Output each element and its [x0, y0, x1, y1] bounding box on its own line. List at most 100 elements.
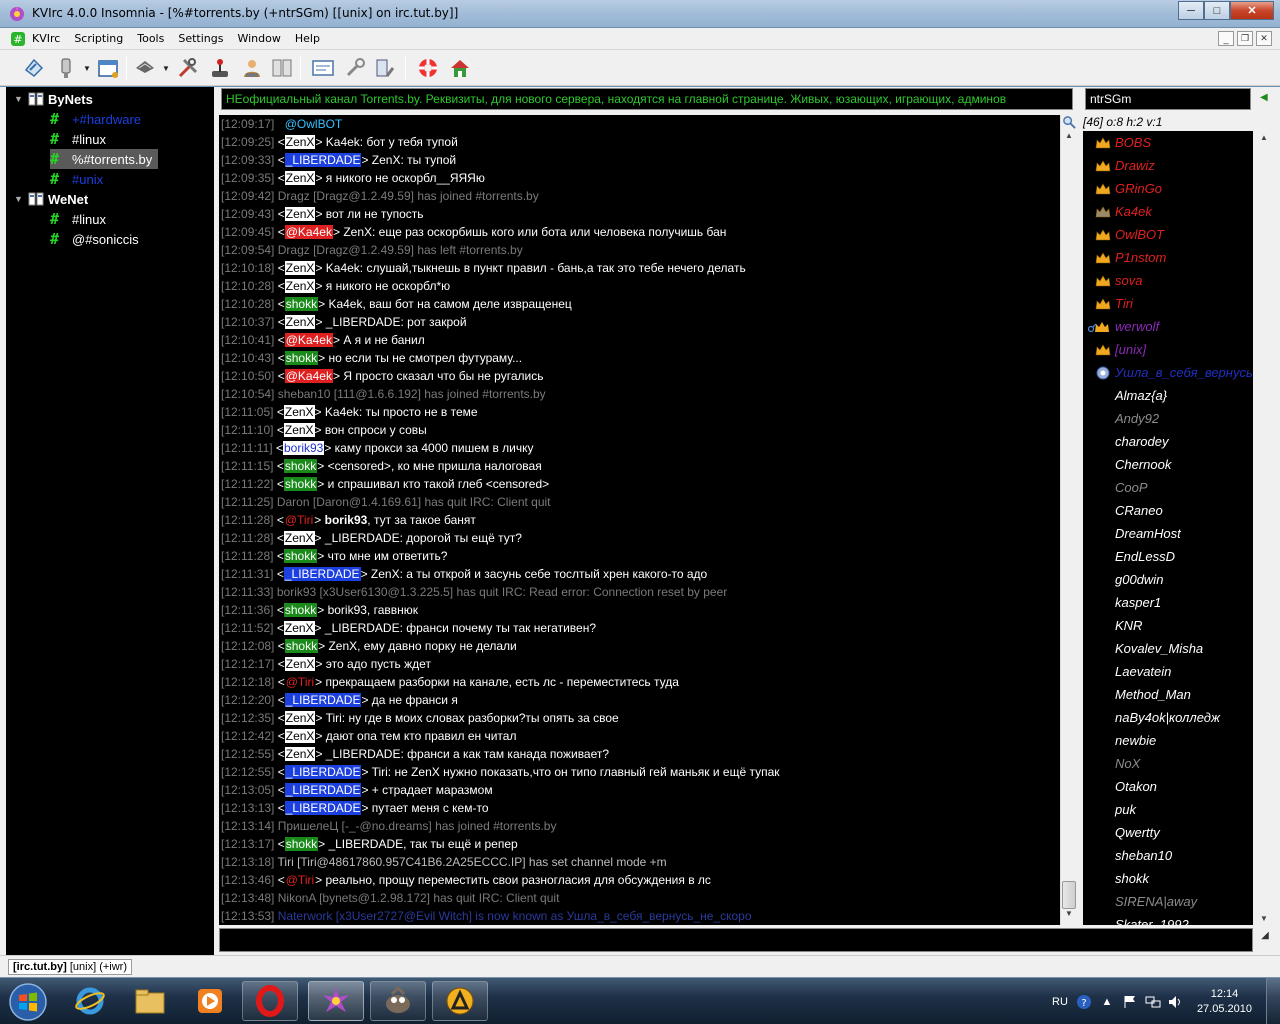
- nicklist-item[interactable]: g00dwin: [1083, 568, 1253, 591]
- message-input[interactable]: [219, 928, 1253, 952]
- message-nick[interactable]: _LIBERDADE: [284, 765, 362, 779]
- nicklist-item[interactable]: P1nstom: [1083, 246, 1253, 269]
- message-nick[interactable]: shokk: [284, 639, 319, 653]
- nicklist-item[interactable]: Qwertty: [1083, 821, 1253, 844]
- message-nick[interactable]: _LIBERDADE: [284, 783, 362, 797]
- collapse-icon[interactable]: ▼: [14, 194, 23, 204]
- network-icon[interactable]: [1145, 994, 1161, 1010]
- message-nick[interactable]: @Ka4ek: [284, 369, 333, 383]
- message-nick[interactable]: @Tiri: [284, 513, 314, 527]
- nick-list[interactable]: BOBS Drawiz GRinGo Ka4ek OwlBOT P1nstom sova Ti…: [1083, 131, 1253, 925]
- menu-help[interactable]: Help: [295, 32, 320, 45]
- connect-icon[interactable]: [20, 54, 48, 82]
- message-nick[interactable]: @Tiri: [285, 675, 315, 689]
- scroll-up-arrow[interactable]: ▲: [1061, 131, 1077, 145]
- message-nick[interactable]: shokk: [283, 603, 318, 617]
- tray-expand-icon[interactable]: ▲: [1099, 994, 1115, 1010]
- channel-mode-field[interactable]: ntrSGm: [1085, 88, 1251, 110]
- tree-channel-linux[interactable]: # #linux: [50, 129, 106, 149]
- message-nick[interactable]: @Tiri: [285, 873, 315, 887]
- gimp-icon[interactable]: [370, 981, 426, 1021]
- message-nick[interactable]: ZenX: [284, 315, 316, 329]
- message-nick[interactable]: shokk: [283, 477, 318, 491]
- chevron-left-icon[interactable]: ◀: [1260, 92, 1268, 103]
- menu-window[interactable]: Window: [237, 32, 280, 45]
- tree-channel-hardware[interactable]: # +#hardware: [50, 109, 141, 129]
- tree-channel-wenet-linux[interactable]: # #linux: [50, 209, 106, 229]
- nicklist-item[interactable]: newbie: [1083, 729, 1253, 752]
- scroll-thumb[interactable]: [1062, 881, 1076, 909]
- new-window-icon[interactable]: [94, 54, 122, 82]
- chevron-down-icon[interactable]: ▼: [83, 64, 91, 73]
- message-nick[interactable]: shokk: [284, 837, 319, 851]
- nicklist-item[interactable]: BOBS: [1083, 131, 1253, 154]
- network-config-icon[interactable]: [371, 54, 399, 82]
- menu-tools[interactable]: Tools: [137, 32, 164, 45]
- nicklist-scrollbar[interactable]: ▲ ▼: [1256, 131, 1273, 925]
- nicklist-item[interactable]: Laevatein: [1083, 660, 1253, 683]
- message-nick[interactable]: shokk: [283, 549, 318, 563]
- menu-kvirc[interactable]: KVIrc: [32, 32, 60, 45]
- nicklist-item[interactable]: sheban10: [1083, 844, 1253, 867]
- message-nick[interactable]: @Ka4ek: [284, 333, 333, 347]
- settings-wrench-icon[interactable]: [341, 54, 369, 82]
- channel-output[interactable]: [12:09:17] @OwlBOT [12:09:25] <ZenX> Ka4e…: [219, 115, 1077, 925]
- tree-channel-unix[interactable]: # #unix: [50, 169, 103, 189]
- nicklist-item[interactable]: CooP: [1083, 476, 1253, 499]
- message-nick[interactable]: @OwlBOT: [284, 117, 344, 131]
- tree-network-bynets[interactable]: ▼ ByNets: [14, 89, 93, 109]
- message-nick[interactable]: ZenX: [284, 711, 316, 725]
- mdi-restore-button[interactable]: ❐: [1237, 31, 1253, 46]
- kvirc-menu-icon[interactable]: #: [10, 31, 26, 47]
- minimize-button[interactable]: ─: [1178, 1, 1204, 20]
- message-nick[interactable]: ZenX: [284, 279, 316, 293]
- clock[interactable]: 12:14 27.05.2010: [1197, 987, 1252, 1017]
- input-resize-handle[interactable]: ◢: [1258, 930, 1272, 950]
- message-nick[interactable]: ZenX: [283, 621, 315, 635]
- close-button[interactable]: ✕: [1230, 1, 1274, 20]
- message-nick[interactable]: ZenX: [284, 261, 316, 275]
- start-button[interactable]: [2, 980, 54, 1024]
- scroll-down-arrow[interactable]: ▼: [1061, 909, 1077, 923]
- message-nick[interactable]: ZenX: [284, 747, 316, 761]
- nicklist-item[interactable]: charodey: [1083, 430, 1253, 453]
- nicklist-item[interactable]: Almaz{a}: [1083, 384, 1253, 407]
- flag-icon[interactable]: [1122, 994, 1138, 1010]
- output-scrollbar[interactable]: ▲ ▼: [1060, 115, 1077, 925]
- message-nick[interactable]: ZenX: [283, 423, 315, 437]
- scroll-down-arrow[interactable]: ▼: [1256, 914, 1272, 923]
- message-nick[interactable]: shokk: [284, 351, 319, 365]
- connection-status[interactable]: [irc.tut.by] [unix] (+iwr): [8, 959, 133, 975]
- message-nick[interactable]: borik93: [282, 441, 325, 455]
- nicklist-item[interactable]: Chernook: [1083, 453, 1253, 476]
- nicklist-item[interactable]: NoX: [1083, 752, 1253, 775]
- message-nick[interactable]: ZenX: [283, 405, 315, 419]
- nicklist-item[interactable]: naBy4ok|колледж: [1083, 706, 1253, 729]
- disconnect-icon[interactable]: [52, 54, 80, 82]
- nicklist-item[interactable]: kasper1: [1083, 591, 1253, 614]
- tree-channel-torrents-selected[interactable]: # %#torrents.by: [50, 149, 158, 169]
- tools-icon[interactable]: [174, 54, 202, 82]
- nicklist-item[interactable]: Method_Man: [1083, 683, 1253, 706]
- aimp-icon[interactable]: [432, 981, 488, 1021]
- nicklist-item[interactable]: [unix]: [1083, 338, 1253, 361]
- nicklist-item[interactable]: Andy92: [1083, 407, 1253, 430]
- mdi-close-button[interactable]: ✕: [1256, 31, 1272, 46]
- collapse-icon[interactable]: ▼: [14, 94, 23, 104]
- kvirc-icon[interactable]: [308, 981, 364, 1021]
- nicklist-item[interactable]: Ушла_в_себя_вернусь: [1083, 361, 1253, 384]
- menu-scripting[interactable]: Scripting: [74, 32, 123, 45]
- nicklist-item[interactable]: EndLessD: [1083, 545, 1253, 568]
- scroll-up-arrow[interactable]: ▲: [1256, 133, 1272, 142]
- nicklist-item[interactable]: Drawiz: [1083, 154, 1253, 177]
- nicklist-item[interactable]: Ka4ek: [1083, 200, 1253, 223]
- media-player-icon[interactable]: [182, 981, 238, 1021]
- message-nick[interactable]: ZenX: [284, 657, 316, 671]
- volume-icon[interactable]: [1168, 994, 1184, 1010]
- tree-network-wenet[interactable]: ▼ WeNet: [14, 189, 88, 209]
- nicklist-item[interactable]: Tiri: [1083, 292, 1253, 315]
- message-nick[interactable]: shokk: [284, 297, 319, 311]
- identity-icon[interactable]: [268, 54, 296, 82]
- help-lifebuoy-icon[interactable]: [414, 54, 442, 82]
- message-nick[interactable]: _LIBERDADE: [284, 153, 362, 167]
